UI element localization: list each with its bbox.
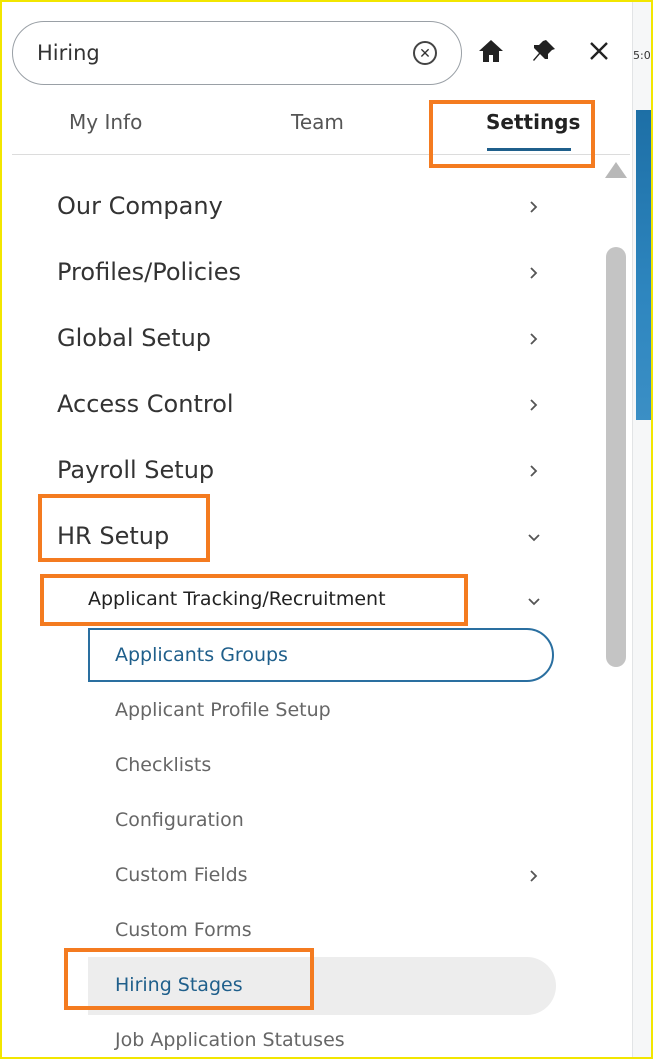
leaf-label: Configuration [115,809,244,831]
hiring-stages-highlight [64,948,314,1010]
background-app-strip: 5:09 [632,2,651,1057]
leaf-label: Custom Forms [115,919,252,941]
menu-item-label: Global Setup [57,324,212,352]
menu-item-label: Profiles/Policies [57,258,241,286]
menu-item-label: Access Control [57,390,234,418]
tab-my-info[interactable]: My Info [69,110,142,134]
menu-item-payroll-setup[interactable]: Payroll Setup [57,456,214,484]
search-box[interactable]: ✕ [12,21,462,85]
menu-item-custom-fields[interactable]: Custom Fields [115,864,248,886]
menu-panel: 5:09 ✕ My Info Team Settings Our Company… [0,0,653,1059]
leaf-label: Job Application Statuses [115,1029,345,1051]
menu-item-label: Our Company [57,192,223,220]
chevron-right-icon [524,329,544,349]
menu-item-configuration[interactable]: Configuration [115,809,244,831]
scrollbar-thumb[interactable] [606,247,626,667]
leaf-label: Custom Fields [115,864,248,886]
chevron-right-icon [524,263,544,283]
leaf-label: Checklists [115,754,212,776]
leaf-label: Applicants Groups [115,644,288,666]
close-circle-icon[interactable]: ✕ [413,41,437,65]
tab-team[interactable]: Team [291,110,344,134]
settings-tab-highlight [429,100,595,168]
chevron-right-icon [524,866,544,886]
chevron-down-icon [524,528,544,548]
home-icon[interactable] [476,36,506,66]
menu-item-profiles-policies[interactable]: Profiles/Policies [57,258,241,286]
menu-item-global-setup[interactable]: Global Setup [57,324,211,352]
background-banner [636,110,651,420]
menu-item-checklists[interactable]: Checklists [115,754,211,776]
applicant-tracking-highlight [40,574,468,626]
chevron-right-icon [524,197,544,217]
chevron-right-icon [524,461,544,481]
menu-item-job-application-statuses[interactable]: Job Application Statuses [115,1029,345,1051]
chevron-right-icon [524,395,544,415]
menu-item-custom-forms[interactable]: Custom Forms [115,919,252,941]
search-input[interactable] [37,38,397,68]
time-fragment: 5:09 [633,49,651,62]
chevron-down-icon [524,592,544,612]
hr-setup-highlight [38,494,210,562]
leaf-label: Applicant Profile Setup [115,699,331,721]
close-icon[interactable] [584,36,614,66]
pin-icon[interactable] [529,36,559,66]
scroll-up-arrow-icon[interactable] [605,162,627,178]
menu-item-applicant-profile-setup[interactable]: Applicant Profile Setup [115,699,331,721]
menu-item-applicants-groups[interactable]: Applicants Groups [115,644,288,666]
menu-item-our-company[interactable]: Our Company [57,192,223,220]
menu-item-access-control[interactable]: Access Control [57,390,234,418]
menu-item-label: Payroll Setup [57,456,215,484]
